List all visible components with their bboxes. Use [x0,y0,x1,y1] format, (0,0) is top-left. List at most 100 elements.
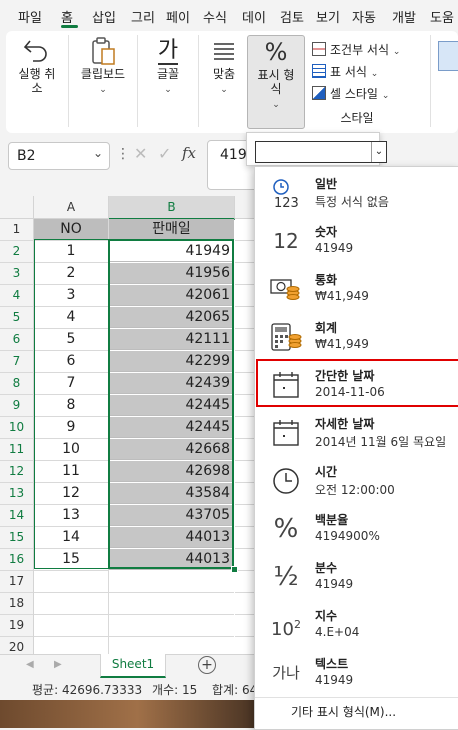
row-header[interactable]: 11 [0,439,34,461]
row-header[interactable]: 14 [0,505,34,527]
format-option-long-date[interactable]: 자세한 날짜 2014년 11월 6일 목요일 [255,409,458,457]
cell-b[interactable]: 판매일 [109,219,234,241]
cell-a[interactable]: 6 [34,351,109,373]
next-sheet-icon[interactable]: ▶ [54,659,62,670]
row-header[interactable]: 7 [0,351,34,373]
cell-a[interactable]: 4 [34,307,109,329]
number-format-button[interactable]: % 표시 형식 ⌄ [247,35,305,129]
tab-formulas[interactable]: 수식 [203,7,227,26]
tab-draw[interactable]: 그리 [131,7,155,26]
cell-b[interactable]: 42439 [109,373,234,394]
cell-b[interactable]: 43705 [109,505,234,526]
more-options-icon[interactable]: ⋮ [116,146,130,162]
select-all-corner[interactable] [0,196,34,219]
row-header[interactable]: 4 [0,285,34,307]
cell-a[interactable]: 7 [34,373,109,395]
tab-automate[interactable]: 자동 [352,7,376,26]
tab-page-layout[interactable]: 페이 [166,7,190,26]
format-option-percentage[interactable]: % 백분율 4194900% [255,505,458,553]
row-header[interactable]: 12 [0,461,34,483]
clipboard-button[interactable]: 클립보드 ⌄ [72,35,134,95]
cell-b[interactable]: 42299 [109,351,234,372]
collapsed-group-icon[interactable] [438,41,458,71]
tab-review[interactable]: 검토 [280,7,304,26]
insert-function-icon[interactable]: fx [182,144,196,162]
cell-b[interactable] [109,593,234,615]
cell-b[interactable] [109,615,234,637]
cell-a[interactable]: 14 [34,527,109,549]
row-header[interactable]: 2 [0,241,34,263]
cell-a[interactable] [34,593,109,615]
more-number-formats-link[interactable]: 기타 표시 형식(M)... [291,703,396,720]
font-button[interactable]: 가 글꼴 ⌄ [140,35,196,95]
row-header[interactable]: 19 [0,615,34,637]
cell-b[interactable]: 42698 [109,461,234,482]
row-header[interactable]: 9 [0,395,34,417]
sheet-tab-sheet1[interactable]: Sheet1 [100,654,166,678]
tab-help[interactable]: 도움 [430,7,454,26]
row-header[interactable]: 10 [0,417,34,439]
column-header-a[interactable]: A [34,196,109,219]
chevron-down-icon[interactable]: ⌄ [371,142,386,162]
cell-b[interactable]: 42445 [109,395,234,416]
tab-data[interactable]: 데이 [242,7,266,26]
column-header-b[interactable]: B [109,196,235,220]
tab-insert[interactable]: 삽입 [92,7,116,26]
cell-a[interactable]: 5 [34,329,109,351]
cell-a[interactable]: 12 [34,483,109,505]
tab-file[interactable]: 파일 [18,7,42,26]
format-option-number[interactable]: 12 숫자 41949 [255,217,458,265]
format-option-scientific[interactable]: 102 지수 4.E+04 [255,601,458,649]
format-option-currency[interactable]: 통화 ₩41,949 [255,265,458,313]
table-format-button[interactable]: 표 서식 ⌄ [312,61,432,83]
row-header[interactable]: 18 [0,593,34,615]
cell-b[interactable]: 42445 [109,417,234,438]
cell-a[interactable]: 3 [34,285,109,307]
cell-b[interactable]: 44013 [109,549,234,570]
cell-a[interactable] [34,615,109,637]
cell-a[interactable]: 15 [34,549,109,571]
cell-b[interactable]: 42065 [109,307,234,328]
format-option-text[interactable]: 가나 텍스트 41949 [255,649,458,697]
tab-home[interactable]: 홈 [61,7,73,26]
chevron-down-icon[interactable]: ⌄ [93,146,103,160]
cell-a[interactable] [34,571,109,593]
alignment-button[interactable]: 맞춤 ⌄ [200,35,248,95]
row-header[interactable]: 5 [0,307,34,329]
tab-view[interactable]: 보기 [316,7,340,26]
cell-a[interactable]: NO [34,219,109,241]
format-option-fraction[interactable]: ½ 분수 41949 [255,553,458,601]
name-box[interactable]: B2 ⌄ [8,142,110,170]
cell-b[interactable]: 41949 [109,241,234,262]
cell-b[interactable]: 42111 [109,329,234,350]
number-format-combo[interactable]: ⌄ [255,141,387,163]
tab-developer[interactable]: 개발 [392,7,416,26]
fill-handle[interactable] [231,566,238,573]
cell-a[interactable]: 13 [34,505,109,527]
cell-a[interactable]: 9 [34,417,109,439]
add-sheet-icon[interactable]: + [198,656,216,674]
cell-a[interactable]: 8 [34,395,109,417]
prev-sheet-icon[interactable]: ◀ [26,659,34,670]
cell-b[interactable]: 43584 [109,483,234,504]
format-option-time[interactable]: 시간 오전 12:00:00 [255,457,458,505]
row-header[interactable]: 6 [0,329,34,351]
cell-b[interactable] [109,571,234,593]
row-header[interactable]: 15 [0,527,34,549]
conditional-format-button[interactable]: 조건부 서식 ⌄ [312,39,432,61]
format-option-accounting[interactable]: 회계 ₩41,949 [255,313,458,361]
row-header[interactable]: 8 [0,373,34,395]
row-header[interactable]: 16 [0,549,34,571]
undo-button[interactable]: 실행 취소 [8,35,66,95]
cell-b[interactable]: 42061 [109,285,234,306]
row-header[interactable]: 17 [0,571,34,593]
cell-a[interactable]: 2 [34,263,109,285]
cell-a[interactable]: 10 [34,439,109,461]
row-header[interactable]: 3 [0,263,34,285]
cell-style-button[interactable]: 셀 스타일 ⌄ [312,83,432,105]
row-header[interactable]: 1 [0,219,34,241]
cell-b[interactable]: 42668 [109,439,234,460]
row-header[interactable]: 13 [0,483,34,505]
format-option-general[interactable]: 123 일반 특정 서식 없음 [255,169,458,217]
cell-b[interactable]: 44013 [109,527,234,548]
